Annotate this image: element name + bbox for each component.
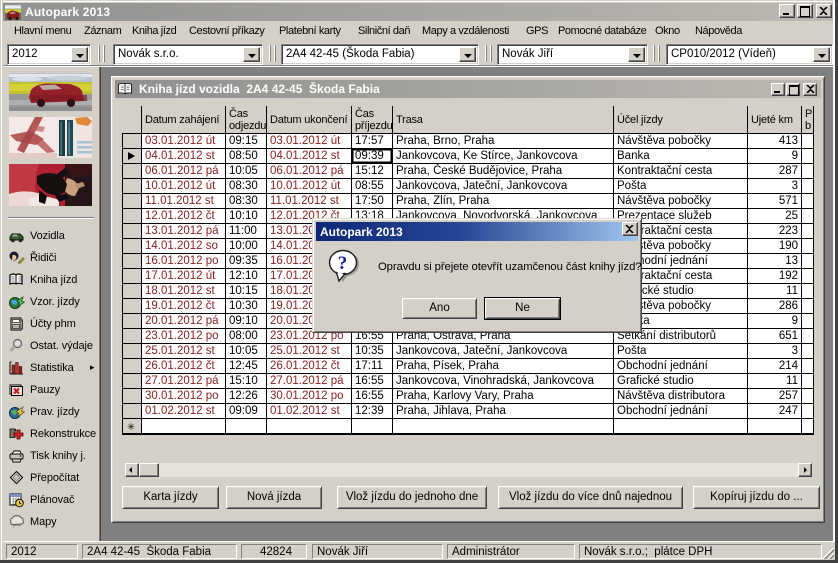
svg-text:?: ?	[338, 253, 348, 274]
